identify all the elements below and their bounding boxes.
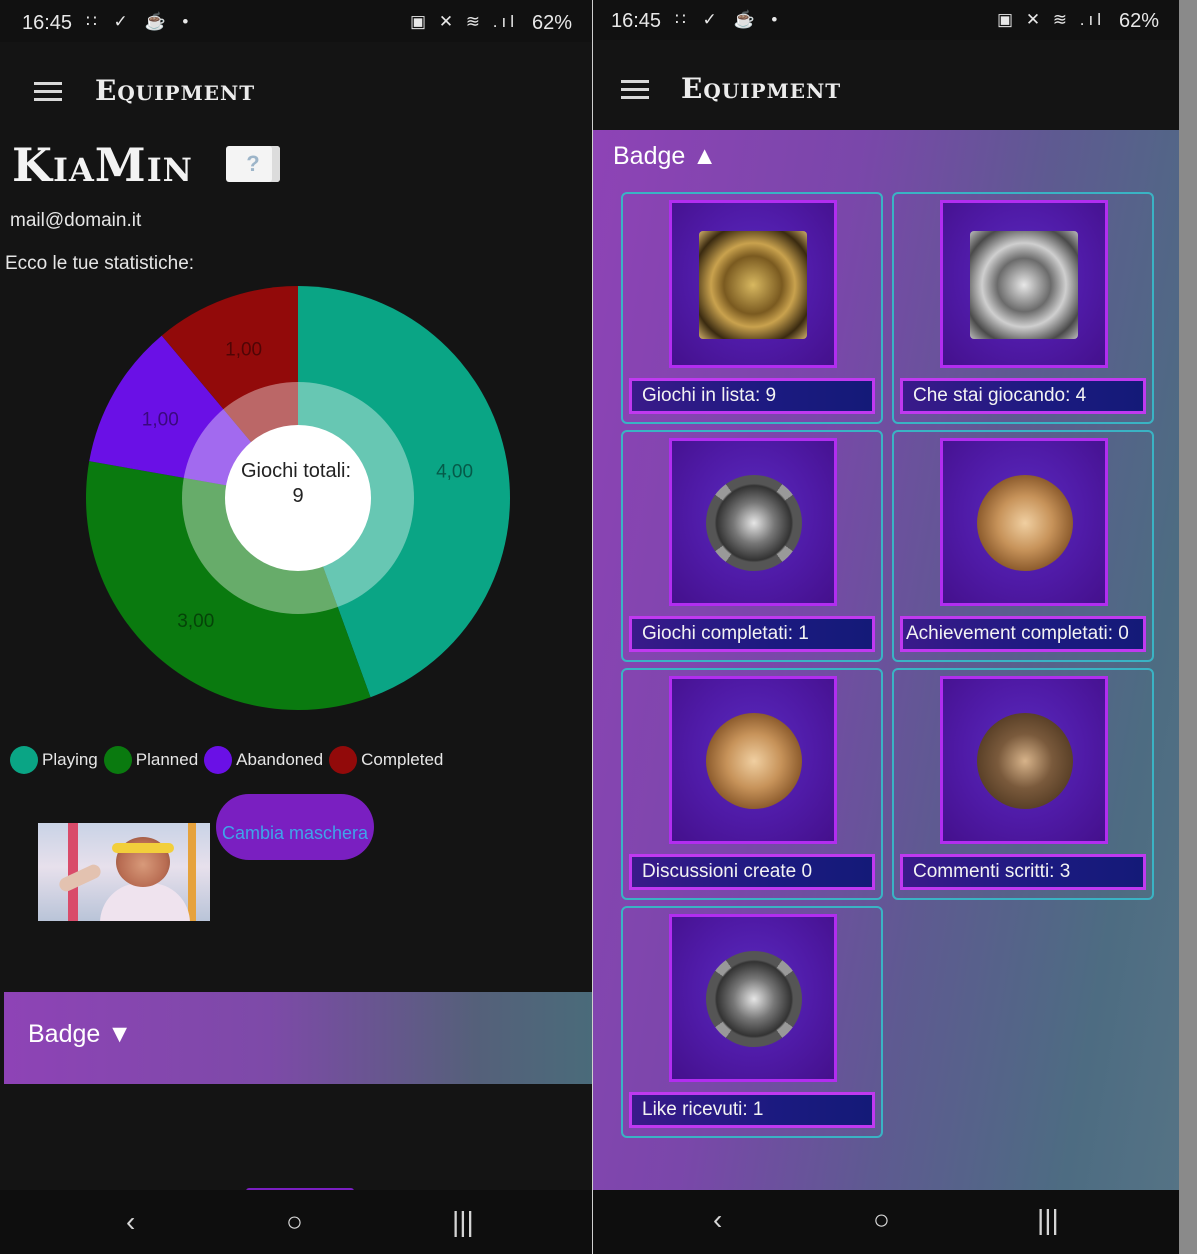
badge-image — [669, 676, 837, 844]
legend-dot-playing — [10, 746, 38, 774]
battery-level: 62% — [531, 12, 572, 34]
app-bar: Equipment — [0, 42, 592, 132]
phone-screen-profile: 16:45 ∷ ✓ ☕ • ▣ ✕ ≋ .ıl 62% Equipment Ki… — [0, 0, 592, 1254]
back-icon[interactable]: ‹ — [126, 1206, 135, 1238]
chart-value-label-planned: 3,00 — [177, 611, 214, 632]
badge-section: Badge ▲ Giochi in lista: 9 Che stai gioc… — [593, 130, 1179, 1190]
bronze-laurel-medal-icon — [706, 713, 802, 809]
badge-label: Discussioni create 0 — [629, 854, 875, 890]
badge-image — [940, 200, 1108, 368]
bronze-laurel-medal-icon — [977, 475, 1073, 571]
hamburger-icon[interactable] — [34, 82, 62, 102]
change-mask-button[interactable]: Cambia maschera — [216, 794, 374, 860]
flag-icon: ? — [226, 146, 280, 182]
page-title: Equipment — [95, 74, 256, 107]
badge-card[interactable]: Giochi completati: 1 — [621, 430, 883, 662]
badge-label: Like ricevuti: 1 — [629, 1092, 875, 1128]
legend-label-abandoned: Abandoned — [236, 750, 324, 769]
home-icon[interactable]: ○ — [286, 1206, 303, 1238]
legend-label-completed: Completed — [361, 750, 444, 769]
silver-square-medal-icon — [970, 231, 1078, 339]
badge-card[interactable]: Like ricevuti: 1 — [621, 906, 883, 1138]
notification-icons: ∷ ✓ ☕ • — [86, 12, 195, 31]
system-nav-bar: ‹ ○ ||| — [593, 1190, 1179, 1254]
badge-image — [669, 200, 837, 368]
chart-center-total: 9 — [292, 485, 303, 507]
system-icons: ▣ ✕ ≋ .ıl — [410, 12, 518, 31]
badge-card[interactable]: Achievement completati: 0 — [892, 430, 1154, 662]
gold-square-medal-icon — [699, 231, 807, 339]
notification-icons: ∷ ✓ ☕ • — [675, 10, 784, 29]
legend-item-abandoned: Abandoned — [204, 746, 323, 774]
status-time: 16:45 — [22, 12, 73, 34]
chart-legend: Playing Planned Abandoned Completed — [10, 746, 449, 774]
app-bar: Equipment — [593, 40, 1179, 130]
legend-item-planned: Planned — [103, 746, 199, 774]
legend-label-playing: Playing — [42, 750, 98, 769]
status-bar: 16:45 ∷ ✓ ☕ • ▣ ✕ ≋ .ıl 62% — [593, 0, 1179, 42]
background-edge — [1179, 0, 1197, 1254]
badge-label: Giochi in lista: 9 — [629, 378, 875, 414]
system-icons: ▣ ✕ ≋ .ıl — [997, 10, 1105, 29]
badge-card[interactable]: Che stai giocando: 4 — [892, 192, 1154, 424]
system-nav-bar: ‹ ○ ||| — [0, 1190, 592, 1254]
badge-image — [669, 914, 837, 1082]
profile-username: KiaMin — [12, 138, 193, 192]
badge-card[interactable]: Giochi in lista: 9 — [621, 192, 883, 424]
badge-card[interactable]: Commenti scritti: 3 — [892, 668, 1154, 900]
chart-value-label-abandoned: 1,00 — [142, 410, 179, 431]
badge-card[interactable]: Discussioni create 0 — [621, 668, 883, 900]
badge-section-label: Badge ▼ — [28, 1020, 132, 1048]
badge-label: Commenti scritti: 3 — [900, 854, 1146, 890]
legend-dot-completed — [329, 746, 358, 774]
legend-item-completed: Completed — [329, 746, 443, 774]
mask-avatar-image — [38, 823, 210, 921]
compass-medal-icon — [706, 951, 802, 1047]
hamburger-icon[interactable] — [621, 80, 649, 100]
profile-email: mail@domain.it — [10, 210, 142, 231]
recents-icon[interactable]: ||| — [1037, 1204, 1059, 1236]
badge-label: Giochi completati: 1 — [629, 616, 875, 652]
badge-image — [940, 438, 1108, 606]
legend-label-planned: Planned — [135, 750, 199, 769]
games-status-donut-chart: 4,00 3,00 1,00 1,00 Giochi totali: 9 — [85, 286, 511, 710]
badge-label: Che stai giocando: 4 — [900, 378, 1146, 414]
chart-value-label-playing: 4,00 — [436, 461, 473, 482]
chart-center-title: Giochi totali: — [241, 460, 351, 482]
badge-section-toggle-collapsed[interactable]: Badge ▼ — [4, 992, 592, 1084]
battery-level: 62% — [1118, 10, 1159, 32]
badge-image — [669, 438, 837, 606]
status-time: 16:45 — [611, 10, 662, 32]
stats-intro-text: Ecco le tue statistiche: — [5, 253, 195, 274]
compass-medal-icon — [706, 475, 802, 571]
back-icon[interactable]: ‹ — [713, 1204, 722, 1236]
chart-value-label-completed: 1,00 — [225, 340, 262, 361]
legend-item-playing: Playing — [10, 746, 98, 774]
legend-dot-abandoned — [204, 746, 233, 774]
badge-section-toggle-expanded[interactable]: Badge ▲ — [613, 142, 717, 171]
page-title: Equipment — [681, 72, 842, 105]
dark-bronze-medal-icon — [977, 713, 1073, 809]
home-icon[interactable]: ○ — [873, 1204, 890, 1236]
status-bar: 16:45 ∷ ✓ ☕ • ▣ ✕ ≋ .ıl 62% — [0, 0, 592, 42]
phone-screen-badges: 16:45 ∷ ✓ ☕ • ▣ ✕ ≋ .ıl 62% Equipment Ba… — [593, 0, 1179, 1254]
legend-dot-planned — [103, 746, 132, 774]
recents-icon[interactable]: ||| — [452, 1206, 474, 1238]
badge-image — [940, 676, 1108, 844]
badge-label: Achievement completati: 0 — [900, 616, 1146, 652]
